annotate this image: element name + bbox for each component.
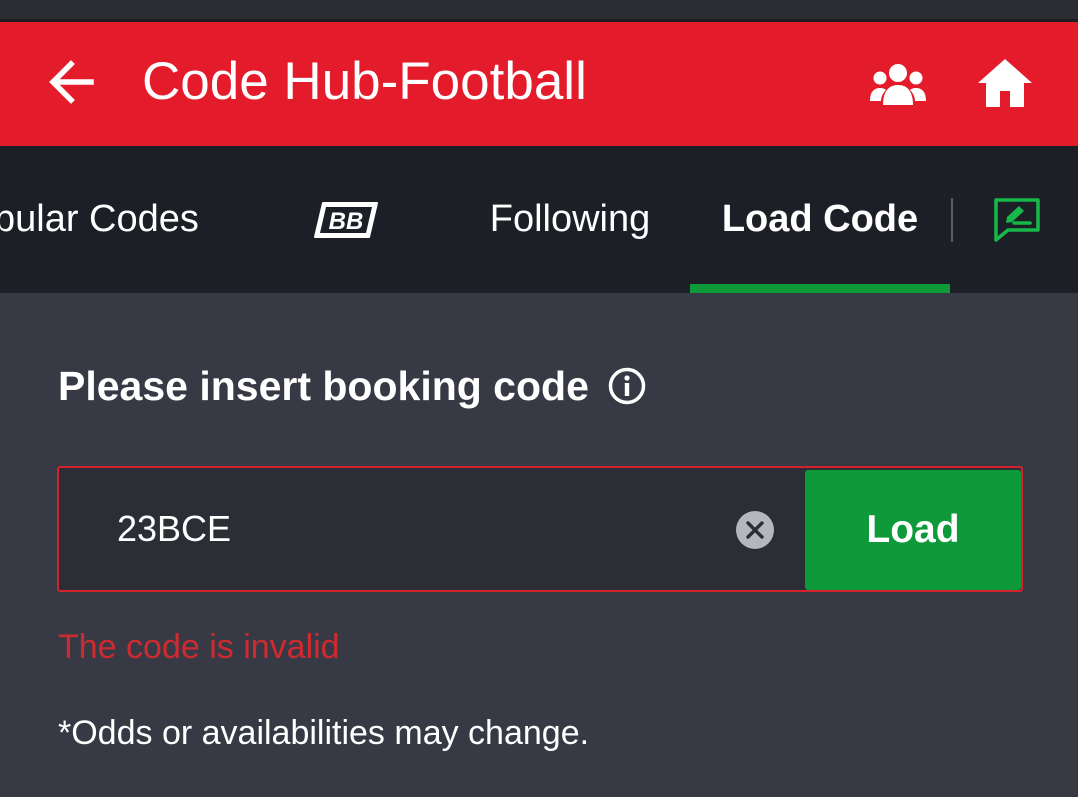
status-bar xyxy=(0,0,1078,22)
edit-message-icon xyxy=(994,197,1040,242)
tab-label: Following xyxy=(489,198,651,240)
tab-following[interactable]: Following xyxy=(470,146,670,293)
home-button[interactable] xyxy=(970,50,1040,116)
heading-row: Please insert booking code xyxy=(58,356,647,416)
tab-label: pular Codes xyxy=(0,198,199,240)
odds-note: *Odds or availabilities may change. xyxy=(58,714,590,752)
info-icon xyxy=(608,367,646,405)
bb-logo-icon: BB xyxy=(314,201,378,238)
tab-label: Load Code xyxy=(721,198,919,240)
arrow-left-icon xyxy=(49,60,94,104)
tab-divider xyxy=(951,198,953,242)
users-button[interactable] xyxy=(864,54,932,114)
clear-circle-icon xyxy=(736,511,774,549)
app-bar: Code Hub-Football xyxy=(0,22,1078,146)
bb-logo-text: BB xyxy=(329,208,364,235)
tab-bb[interactable]: BB xyxy=(298,146,394,293)
create-code-button[interactable] xyxy=(984,146,1050,293)
tab-load-code[interactable]: Load Code xyxy=(690,146,950,293)
users-icon xyxy=(870,64,926,105)
load-button[interactable]: Load xyxy=(805,470,1021,590)
error-message: The code is invalid xyxy=(58,628,340,666)
page-title: Code Hub-Football xyxy=(142,52,587,111)
booking-code-field: Load xyxy=(57,466,1023,592)
active-tab-indicator xyxy=(690,284,950,293)
heading: Please insert booking code xyxy=(58,362,589,409)
tab-popular-codes[interactable]: pular Codes xyxy=(0,146,214,293)
booking-code-input[interactable] xyxy=(117,468,717,590)
tab-bar: pular Codes BB Following Load Code xyxy=(0,146,1078,293)
home-icon xyxy=(978,59,1032,107)
back-button[interactable] xyxy=(36,44,106,120)
info-button[interactable] xyxy=(607,366,647,406)
clear-button[interactable] xyxy=(735,510,775,550)
